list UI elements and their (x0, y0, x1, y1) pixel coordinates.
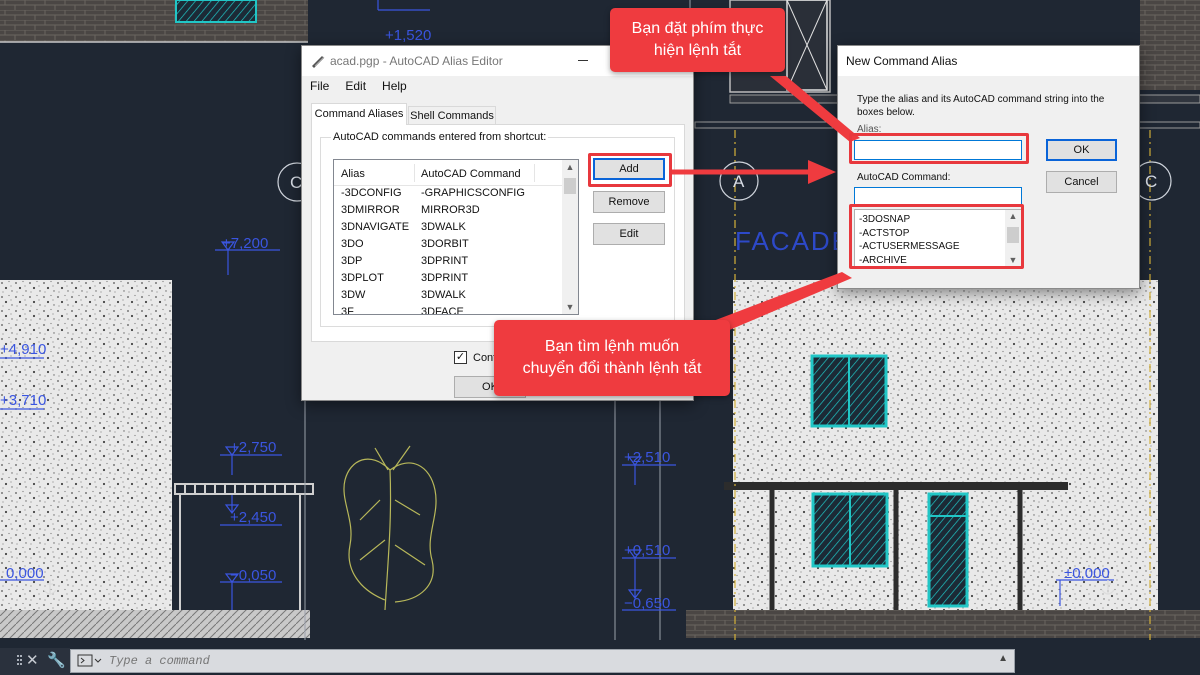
menu-edit[interactable]: Edit (345, 79, 366, 93)
grid-letter-a: A (733, 172, 745, 191)
alias-list[interactable]: Alias AutoCAD Command -3DCONFIG -GRAPHICS… (333, 159, 579, 315)
minimize-icon[interactable] (578, 60, 588, 61)
callout-find-command: Bạn tìm lệnh muốn chuyển đổi thành lệnh … (494, 320, 730, 396)
alias-cell: 3DMIRROR (341, 204, 400, 216)
wrench-icon[interactable]: 🔧 (47, 651, 66, 669)
highlight-add-button (588, 153, 672, 187)
new-alias-titlebar[interactable]: New Command Alias (838, 46, 1139, 76)
command-cell: 3DFACE (421, 306, 464, 315)
highlight-alias-field (849, 133, 1029, 164)
pencil-icon (310, 54, 326, 68)
door-glass (927, 492, 969, 608)
callout-set-shortcut: Bạn đặt phím thực hiện lệnh tắt (610, 8, 785, 72)
alias-cell: 3DPLOT (341, 272, 384, 284)
dialog-cancel-button[interactable]: Cancel (1046, 171, 1117, 193)
highlight-command-list (849, 204, 1024, 269)
command-cell: 3DWALK (421, 289, 466, 301)
callout-bottom-line-1: Bạn tìm lệnh muốn (544, 338, 680, 355)
menu-help[interactable]: Help (382, 79, 407, 93)
command-label: AutoCAD Command: (857, 172, 951, 183)
callout-bottom-line-2: chuyển đổi thành lệnh tắt (522, 360, 702, 377)
brick-wall-top-left (0, 0, 308, 42)
window-top-left (175, 0, 257, 23)
stucco-wall-left (0, 280, 172, 610)
command-line[interactable]: ▲ (70, 649, 1015, 673)
level-minus-0050: −0,050 (230, 567, 276, 584)
level-4910: +4,910 (0, 341, 46, 358)
level-0000-right: ±0,000 (1064, 565, 1110, 582)
command-cell: MIRROR3D (421, 204, 480, 216)
plinth-right (686, 610, 1200, 638)
alias-cell: 3DP (341, 255, 363, 267)
table-row[interactable]: 3DO 3DORBIT (334, 237, 564, 254)
checkbox-continue[interactable]: ✓ (454, 351, 467, 364)
alias-cell: -3DCONFIG (341, 187, 402, 199)
level-7200: +7,200 (222, 235, 268, 252)
new-alias-title: New Command Alias (846, 54, 958, 68)
chevron-up-icon[interactable]: ▲ (998, 653, 1008, 664)
command-line-toolbar: ✕ 🔧 (0, 648, 70, 675)
command-cell: 3DWALK (421, 221, 466, 233)
tab-command-aliases[interactable]: Command Aliases (311, 103, 407, 125)
level-2450: +2,450 (230, 509, 276, 526)
instructions-text: Type the alias and its AutoCAD command s… (857, 94, 1105, 118)
dialog-ok-button[interactable]: OK (1046, 139, 1117, 161)
ground-hatch-left (0, 610, 310, 638)
scroll-up-icon[interactable]: ▲ (562, 162, 578, 172)
scroll-thumb[interactable] (564, 178, 576, 194)
scroll-down-icon[interactable]: ▼ (562, 302, 578, 312)
table-row[interactable]: 3DMIRROR MIRROR3D (334, 203, 564, 220)
pergola-left (174, 483, 314, 610)
menu-bar: File Edit Help (302, 76, 693, 96)
level-2750: +2,750 (230, 439, 276, 456)
alias-list-header: Alias AutoCAD Command (334, 160, 564, 186)
level-0000-left: 0,000 (6, 565, 44, 582)
alias-cell: 3F (341, 306, 354, 315)
table-row[interactable]: -3DCONFIG -GRAPHICSCONFIG (334, 186, 564, 203)
command-cell: -GRAPHICSCONFIG (421, 187, 525, 199)
facade-label: FACADE (735, 226, 851, 256)
close-icon[interactable]: ✕ (26, 651, 39, 669)
alias-list-scrollbar[interactable]: ▲ ▼ (562, 160, 578, 314)
level-0510: +0,510 (624, 542, 670, 559)
alias-rows: -3DCONFIG -GRAPHICSCONFIG 3DMIRROR MIRROR3D… (334, 186, 564, 315)
level-top: +1,520 (385, 27, 431, 44)
column-autocad-command[interactable]: AutoCAD Command (421, 168, 521, 180)
alias-cell: 3DW (341, 289, 366, 301)
tree-sketch (343, 445, 437, 611)
table-row[interactable]: 3DP 3DPRINT (334, 254, 564, 271)
level-2510: +2,510 (624, 449, 670, 466)
remove-button[interactable]: Remove (593, 191, 665, 213)
alias-editor-title: acad.pgp - AutoCAD Alias Editor (330, 54, 503, 68)
table-row[interactable]: 3DNAVIGATE 3DWALK (334, 220, 564, 237)
table-row[interactable]: 3F 3DFACE (334, 305, 564, 315)
table-row[interactable]: 3DPLOT 3DPRINT (334, 271, 564, 288)
menu-file[interactable]: File (310, 79, 329, 93)
level-minus-0650: −0,650 (624, 595, 670, 612)
edit-button[interactable]: Edit (593, 223, 665, 245)
group-label: AutoCAD commands entered from shortcut: (331, 131, 549, 143)
canopy-beam (724, 482, 1068, 490)
alias-cell: 3DO (341, 238, 364, 250)
tab-shell-commands[interactable]: Shell Commands (408, 106, 496, 125)
command-cell: 3DPRINT (421, 272, 469, 284)
command-prompt-icon[interactable] (77, 653, 103, 669)
grid-letter-right: C (1145, 172, 1157, 191)
callout-top-line-1: Bạn đặt phím thực (631, 20, 764, 37)
command-input[interactable] (109, 654, 989, 668)
table-row[interactable]: 3DW 3DWALK (334, 288, 564, 305)
alias-cell: 3DNAVIGATE (341, 221, 410, 233)
column-alias[interactable]: Alias (341, 168, 365, 180)
checkbox-label: Cont (473, 352, 497, 364)
callout-top-line-2: hiện lệnh tắt (653, 42, 742, 59)
command-cell: 3DPRINT (421, 255, 469, 267)
level-3710: +3,710 (0, 392, 46, 409)
command-cell: 3DORBIT (421, 238, 469, 250)
